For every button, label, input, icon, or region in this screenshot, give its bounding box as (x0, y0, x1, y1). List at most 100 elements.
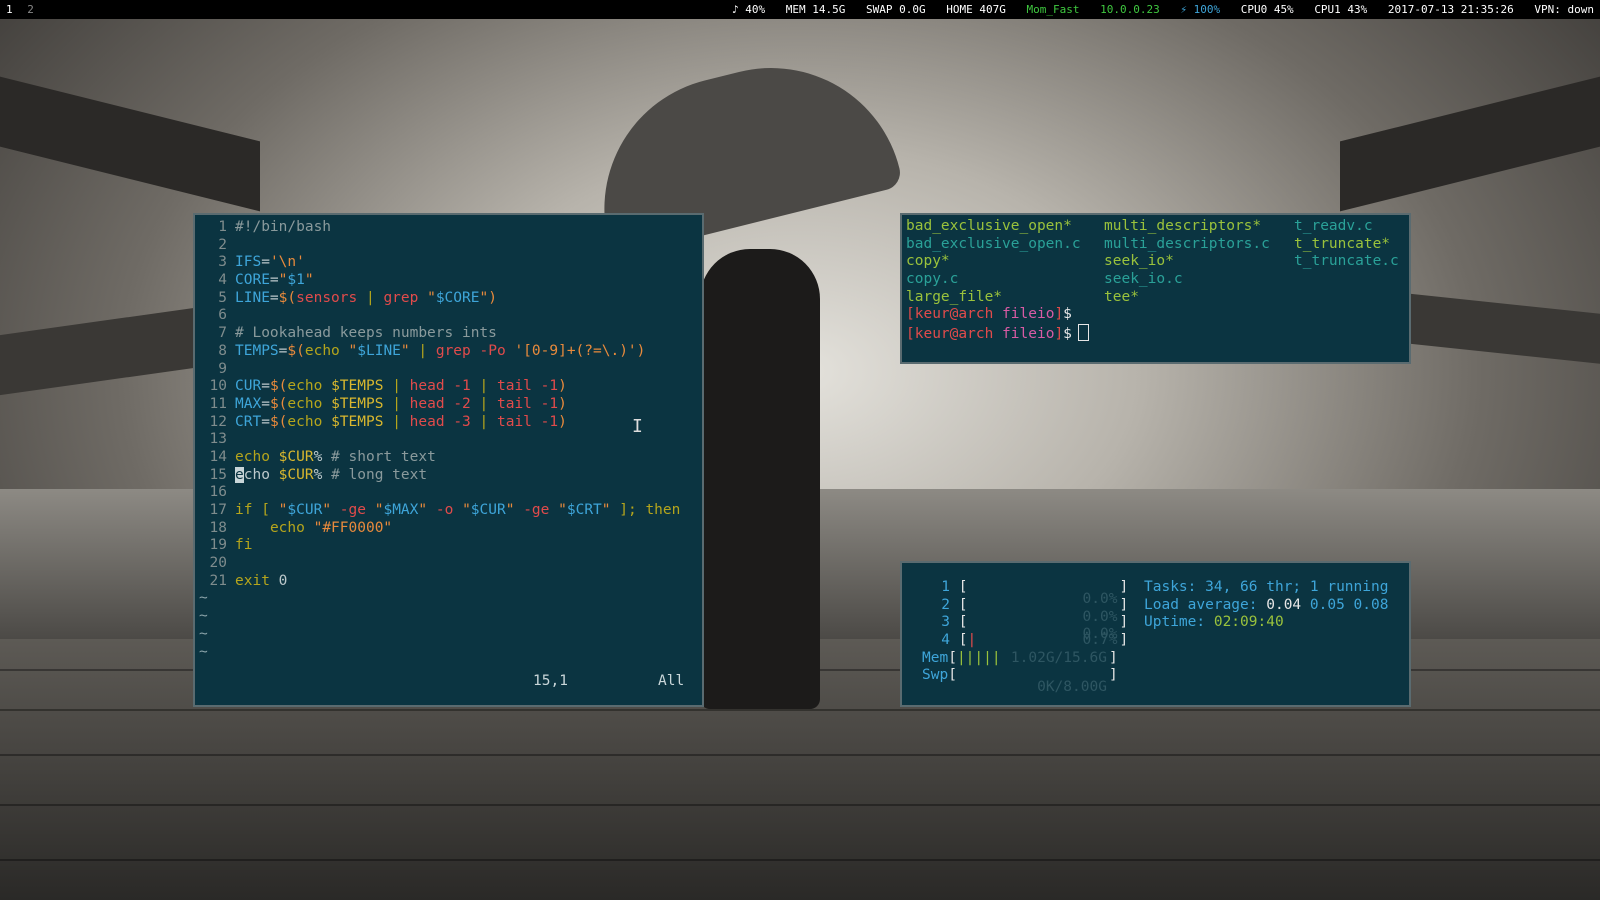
line-number: 20 (209, 555, 227, 572)
vim-line[interactable]: 4 CORE="$1" (199, 272, 702, 290)
vim-line[interactable]: 14 echo $CUR% # short text (199, 449, 702, 467)
vim-tilde-line: ~ (199, 643, 208, 660)
workspace-2[interactable]: 2 (27, 3, 34, 16)
vim-line[interactable]: 1 #!/bin/bash (199, 219, 702, 237)
vim-line[interactable]: 9 (199, 361, 702, 379)
vim-line[interactable]: 12 CRT=$(echo $TEMPS | head -3 | tail -1) (199, 414, 702, 432)
vim-line[interactable]: 2 (199, 237, 702, 255)
vim-line[interactable]: 10 CUR=$(echo $TEMPS | head -1 | tail -1) (199, 378, 702, 396)
workspace-1[interactable]: 1 (6, 3, 13, 16)
swap-indicator: SWAP 0.0G (866, 3, 926, 16)
wallpaper-person (700, 249, 820, 709)
terminal-block-cursor (1077, 324, 1089, 342)
vim-line[interactable]: 18 echo "#FF0000" (199, 520, 702, 538)
ls-entry: multi_descriptors.c (1104, 235, 1270, 252)
shell-prompt-active[interactable]: [keur@arch fileio]$ (906, 324, 1409, 342)
line-number: 4 (218, 272, 227, 289)
vim-line[interactable]: 15 echo $CUR% # long text (199, 466, 702, 485)
ls-entry: multi_descriptors* (1104, 218, 1262, 234)
vim-scroll-indicator: All (658, 673, 685, 689)
ls-entry: t_readv.c (1294, 218, 1373, 234)
htop-mem-meter: Mem[||||| 1.02G/15.6G] (922, 649, 1118, 666)
line-number: 9 (218, 360, 227, 377)
htop-tasks: Tasks: 34, 66 thr; 1 running (1144, 579, 1389, 595)
ls-entry: t_truncate.c (1294, 253, 1399, 270)
terminal-window-ls[interactable]: bad_exclusive_open* bad_exclusive_open.c c… (900, 213, 1411, 364)
vim-block-cursor: e (235, 466, 244, 483)
line-number: 13 (209, 431, 227, 448)
line-number: 16 (209, 484, 227, 501)
ls-entry: seek_io* (1104, 253, 1174, 270)
vim-tilde-line: ~ (199, 590, 208, 607)
line-number: 8 (218, 342, 227, 359)
system-status: ♪ 40% MEM 14.5G SWAP 0.0G HOME 407G Mom_… (718, 0, 1594, 19)
vim-line[interactable]: 3 IFS='\n' (199, 254, 702, 272)
ls-column-3: t_readv.c t_truncate* t_truncate.c (1294, 218, 1409, 306)
ls-entry: tee* (1104, 288, 1139, 305)
vpn-indicator: VPN: down (1534, 3, 1594, 16)
vim-tilde-line: ~ (199, 625, 208, 642)
vim-editor-window[interactable]: 1 #!/bin/bash 2 3 IFS='\n' 4 CORE="$1" 5 LINE=$(… (193, 213, 704, 707)
vim-line[interactable]: 11 MAX=$(echo $TEMPS | head -2 | tail -1) (199, 396, 702, 414)
line-number: 19 (209, 537, 227, 554)
vim-line[interactable]: 7 # Lookahead keeps numbers ints (199, 325, 702, 343)
ls-entry: bad_exclusive_open* (906, 218, 1072, 234)
htop-cpu-meter: 4 [| 0.7%] (941, 632, 1129, 649)
vim-ruler: 15,1 All (195, 673, 702, 691)
ls-entry: t_truncate* (1294, 235, 1391, 252)
vim-line[interactable]: 20 (199, 555, 702, 573)
shell-prompt: [keur@arch fileio]$ (906, 306, 1072, 323)
vim-line[interactable]: 13 (199, 431, 702, 449)
htop-cpu-meter: 1 [0.0%] (941, 579, 1129, 607)
vim-line[interactable]: 5 LINE=$(sensors | grep "$CORE") (199, 290, 702, 308)
battery-indicator: ⚡ 100% (1180, 3, 1221, 16)
memory-indicator: MEM 14.5G (785, 3, 846, 16)
line-number: 17 (209, 502, 227, 518)
vim-line[interactable]: 6 (199, 307, 702, 325)
htop-meters: 1 [0.0%] 2 [0.0%] 3 [0.0%] 4 [| 0.7%] Mem[||… (922, 579, 1129, 696)
htop-summary: Tasks: 34, 66 thr; 1 running Load averag… (1144, 579, 1388, 632)
line-number: 15 (209, 466, 227, 483)
ls-entry: large_file* (906, 288, 1003, 305)
cpu-usage-bar: | (967, 632, 977, 649)
ls-column-1: bad_exclusive_open* bad_exclusive_open.c c… (906, 218, 1104, 306)
ls-entry: copy* (906, 253, 950, 270)
htop-swap-meter: Swp[0K/8.00G] (922, 667, 1118, 696)
mouse-ibeam-cursor-icon: I (632, 416, 643, 437)
line-number: 14 (209, 448, 227, 465)
htop-window[interactable]: 1 [0.0%] 2 [0.0%] 3 [0.0%] 4 [| 0.7%] Mem[||… (900, 561, 1411, 707)
workspace-list: 1 2 (6, 0, 42, 19)
line-number: 11 (209, 395, 227, 412)
vim-line[interactable]: 16 (199, 484, 702, 502)
ls-entry: copy.c (906, 271, 959, 288)
wifi-indicator: Mom_Fast (1026, 3, 1080, 16)
vim-empty-lines: ~ ~ ~ ~ (199, 590, 702, 661)
home-disk-indicator: HOME 407G (946, 3, 1006, 16)
vim-cursor-position: 15,1 (533, 673, 568, 689)
ls-entry: seek_io.c (1104, 271, 1183, 288)
cpu1-indicator: CPU1 43% (1314, 3, 1368, 16)
vim-line[interactable]: 19 fi (199, 537, 702, 555)
line-number: 2 (218, 236, 227, 253)
ls-output: bad_exclusive_open* bad_exclusive_open.c c… (906, 218, 1409, 306)
line-number: 21 (209, 572, 227, 589)
line-number: 10 (209, 378, 227, 395)
vim-line[interactable]: 17 if [ "$CUR" -ge "$MAX" -o "$CUR" -ge "… (199, 502, 702, 520)
htop-uptime: Uptime: 02:09:40 (1144, 614, 1284, 631)
ls-column-2: multi_descriptors* multi_descriptors.c see… (1104, 218, 1294, 306)
vim-buffer[interactable]: 1 #!/bin/bash 2 3 IFS='\n' 4 CORE="$1" 5 LINE=$(… (199, 219, 702, 590)
line-number: 7 (218, 325, 227, 342)
vim-tilde-line: ~ (199, 608, 208, 625)
ip-indicator: 10.0.0.23 (1100, 3, 1160, 16)
volume-indicator: ♪ 40% (732, 3, 766, 16)
line-number: 1 (218, 219, 227, 235)
line-number: 12 (209, 413, 227, 430)
datetime-indicator: 2017-07-13 21:35:26 (1387, 3, 1514, 16)
htop-load-average: Load average: 0.04 0.05 0.08 (1144, 596, 1389, 613)
line-number: 5 (218, 289, 227, 306)
cpu0-indicator: CPU0 45% (1240, 3, 1294, 16)
line-number: 6 (218, 307, 227, 324)
vim-line[interactable]: 8 TEMPS=$(echo "$LINE" | grep -Po '[0-9]+… (199, 343, 702, 361)
vim-line[interactable]: 21 exit 0 (199, 573, 702, 591)
line-number: 18 (209, 519, 227, 536)
